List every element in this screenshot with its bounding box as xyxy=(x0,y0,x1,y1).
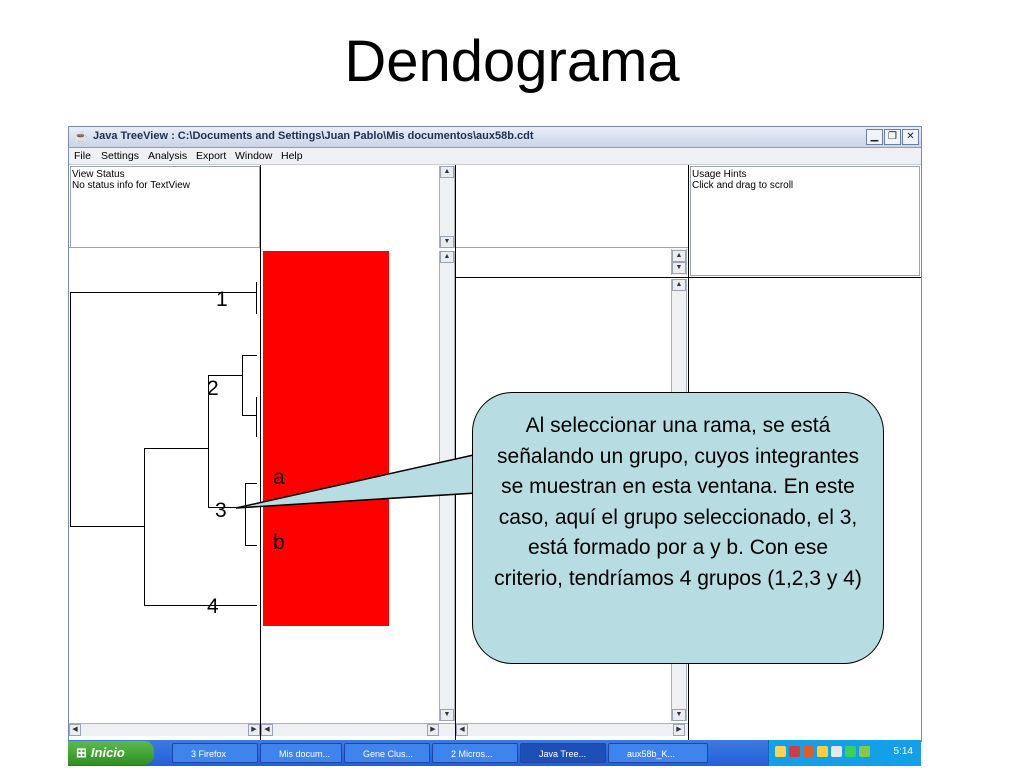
tray-icon[interactable] xyxy=(831,746,842,757)
task-gene-cluster[interactable]: Gene Clus... xyxy=(344,743,430,763)
tray-icon[interactable] xyxy=(803,746,814,757)
task-microsoft[interactable]: 2 Micros... xyxy=(432,743,518,763)
start-label: Inicio xyxy=(90,745,125,760)
task-aux58b[interactable]: aux58b_K... xyxy=(608,743,708,763)
system-tray: 5:14 xyxy=(768,740,921,766)
tray-icon[interactable] xyxy=(817,746,828,757)
task-java-treeview[interactable]: Java Tree... xyxy=(520,743,606,763)
start-button[interactable]: ⊞ Inicio xyxy=(68,741,154,765)
task-mis-documentos[interactable]: Mis docum... xyxy=(260,743,342,763)
task-firefox[interactable]: 3 Firefox xyxy=(172,743,258,763)
tray-icon[interactable] xyxy=(859,746,870,757)
tray-icon[interactable] xyxy=(775,746,786,757)
taskbar: ⊞ Inicio 3 Firefox Mis docum... Gene Clus… xyxy=(68,740,921,766)
tray-icon[interactable] xyxy=(789,746,800,757)
callout-pointer-join xyxy=(480,452,497,490)
callout-text: Al seleccionar una rama, se está señalan… xyxy=(494,414,862,590)
windows-flag-icon: ⊞ xyxy=(76,745,87,760)
clock: 5:14 xyxy=(893,746,913,757)
tray-icon[interactable] xyxy=(845,746,856,757)
